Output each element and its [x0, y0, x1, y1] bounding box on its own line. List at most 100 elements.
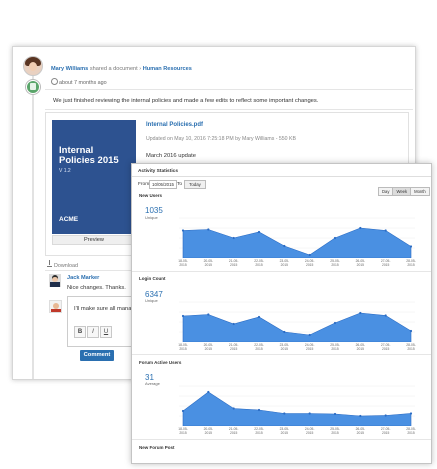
- feed-header: Mary Williams shared a document › Human …: [51, 66, 192, 72]
- data-point[interactable]: [409, 412, 413, 415]
- download-label: Download: [54, 263, 78, 269]
- data-point[interactable]: [232, 236, 235, 240]
- tick-label: 23-05- 2015: [279, 259, 290, 267]
- tick-label: 24-05- 2015: [304, 427, 315, 435]
- post-message: We just finished reviewing the internal …: [53, 98, 319, 104]
- data-point[interactable]: [181, 314, 185, 318]
- data-point[interactable]: [207, 390, 210, 394]
- comment-button[interactable]: Comment: [80, 350, 114, 361]
- data-point[interactable]: [409, 329, 413, 333]
- data-point[interactable]: [283, 412, 286, 415]
- data-point[interactable]: [308, 253, 311, 257]
- preview-button[interactable]: Preview: [52, 235, 136, 245]
- login-count-chart: [179, 301, 415, 342]
- section-title: New Users: [139, 193, 163, 198]
- data-point[interactable]: [308, 333, 311, 337]
- range-month-button[interactable]: Month: [410, 187, 430, 196]
- chevron-right-icon: ›: [139, 66, 142, 72]
- series-area: [182, 227, 412, 258]
- post-time-text: about 7 months ago: [59, 80, 107, 86]
- stat-label: Average: [145, 381, 160, 386]
- data-point[interactable]: [232, 322, 235, 326]
- series-area: [182, 391, 412, 426]
- bold-button[interactable]: B: [74, 326, 86, 338]
- file-meta: Updated on May 10, 2016 7:25:18 PM by Ma…: [146, 136, 296, 142]
- range-day-button[interactable]: Day: [378, 187, 394, 196]
- tick-label: 25-05- 2015: [330, 343, 340, 351]
- document-badge-icon: [26, 80, 40, 94]
- data-point[interactable]: [384, 229, 387, 232]
- tick-label: 28-05- 2015: [406, 259, 416, 267]
- tick-label: 23-05- 2015: [279, 427, 290, 435]
- panel-title: Activity Statistics: [138, 169, 178, 174]
- data-point[interactable]: [257, 230, 261, 234]
- range-week-button[interactable]: Week: [392, 187, 412, 196]
- data-point[interactable]: [359, 311, 362, 315]
- tick-label: 25-05- 2015: [330, 259, 340, 267]
- tick-label: 25-05- 2015: [330, 427, 340, 435]
- data-point[interactable]: [384, 414, 387, 417]
- action-text: shared a document: [89, 66, 138, 72]
- commenter-name[interactable]: Jack Marker: [67, 275, 99, 281]
- series-area: [182, 312, 412, 342]
- tick-label: 20-05- 2015: [203, 343, 214, 351]
- divider: [132, 439, 431, 440]
- comment-text: Nice changes. Thanks.: [67, 285, 126, 291]
- data-point[interactable]: [232, 407, 235, 410]
- data-point[interactable]: [333, 412, 337, 416]
- author-avatar[interactable]: [23, 56, 43, 76]
- author-link[interactable]: Mary Williams: [51, 66, 88, 72]
- from-date-input[interactable]: 10/05/2015: [149, 180, 177, 189]
- download-icon: [47, 260, 52, 267]
- divider: [45, 89, 413, 90]
- cover-title: Internal Policies 2015: [59, 145, 119, 166]
- underline-button[interactable]: U: [100, 326, 112, 338]
- commenter-avatar[interactable]: [49, 274, 61, 287]
- data-point[interactable]: [283, 244, 286, 248]
- divider: [45, 109, 413, 110]
- tick-label: 28-05- 2015: [406, 427, 416, 435]
- data-point[interactable]: [308, 412, 311, 415]
- section-title: Forum Active Users: [139, 360, 182, 365]
- range-toggle: Day Week Month: [378, 180, 430, 198]
- data-point[interactable]: [283, 330, 286, 334]
- to-label: To: [177, 182, 183, 187]
- tick-label: 20-05- 2015: [203, 427, 214, 435]
- data-point[interactable]: [333, 236, 337, 240]
- divider: [132, 271, 431, 272]
- data-point[interactable]: [384, 314, 387, 317]
- italic-button[interactable]: I: [87, 326, 99, 338]
- editor-text[interactable]: I'll make sure all manag: [74, 306, 135, 312]
- cover-version: V 1.2: [59, 168, 71, 174]
- tick-label: 21-05- 2015: [228, 259, 239, 267]
- tick-label: 27-05- 2015: [380, 427, 391, 435]
- document-cover[interactable]: Internal Policies 2015 V 1.2 ACME: [52, 120, 136, 234]
- from-label: From: [138, 182, 150, 187]
- data-point[interactable]: [181, 409, 185, 413]
- data-point[interactable]: [181, 229, 185, 232]
- data-point[interactable]: [257, 408, 261, 412]
- file-description: March 2016 update: [146, 153, 196, 159]
- data-point[interactable]: [207, 313, 210, 316]
- group-link[interactable]: Human Resources: [143, 66, 192, 72]
- tick-label: 23-05- 2015: [279, 343, 290, 351]
- tick-label: 27-05- 2015: [380, 343, 391, 351]
- tick-label: 21-05- 2015: [228, 343, 239, 351]
- data-point[interactable]: [207, 228, 210, 231]
- editor-toolbar: BIU: [74, 326, 113, 344]
- data-point[interactable]: [257, 315, 261, 319]
- stat-label: Unique: [145, 215, 158, 220]
- cover-logo: ACME: [59, 216, 79, 223]
- tick-label: 18-05- 2015: [178, 427, 188, 435]
- tick-label: 22-05- 2015: [254, 259, 264, 267]
- data-point[interactable]: [359, 226, 362, 230]
- tick-label: 28-05- 2015: [406, 343, 416, 351]
- tick-label: 22-05- 2015: [254, 343, 264, 351]
- post-time: about 7 months ago: [51, 78, 107, 86]
- file-name-link[interactable]: Internal Policies.pdf: [146, 122, 203, 128]
- download-link[interactable]: Download: [47, 260, 78, 269]
- today-button[interactable]: Today: [184, 180, 206, 189]
- data-point[interactable]: [409, 245, 413, 248]
- data-point[interactable]: [359, 414, 362, 418]
- data-point[interactable]: [333, 321, 337, 325]
